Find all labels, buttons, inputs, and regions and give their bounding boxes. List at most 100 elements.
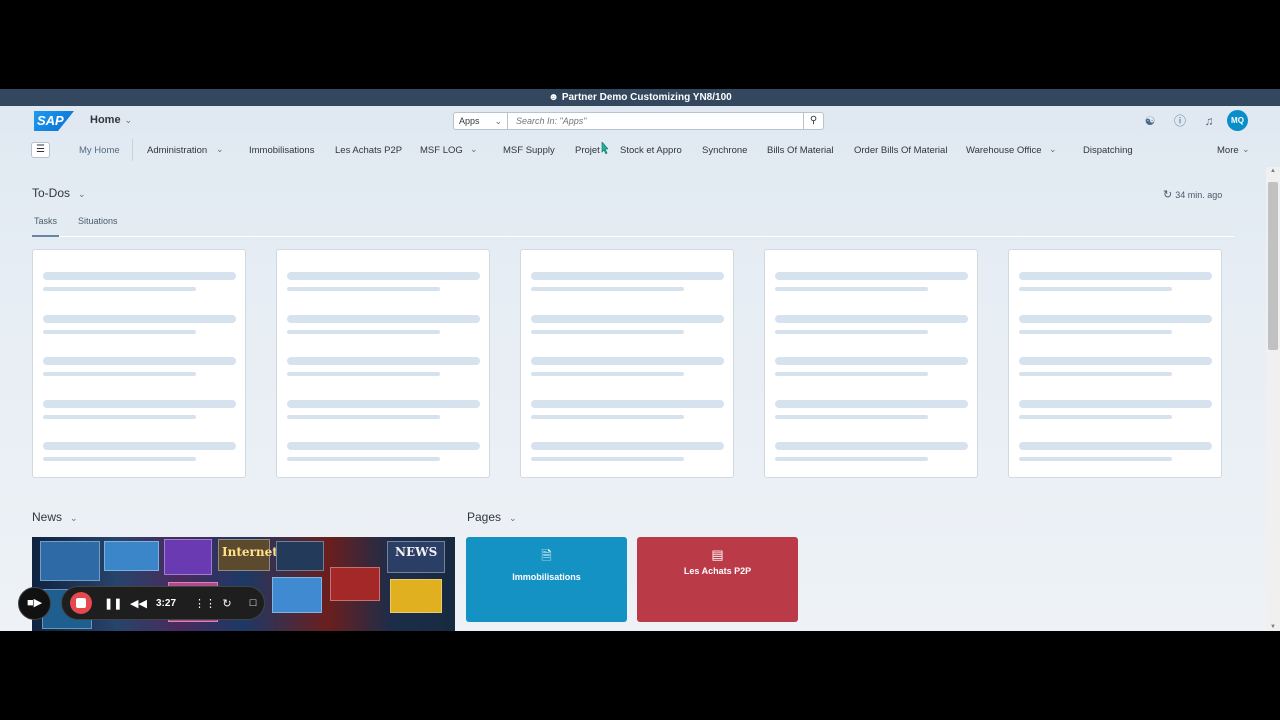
user-group-icon: ☻ xyxy=(548,92,559,103)
nav-item-stock-et-appro[interactable]: Stock et Appro xyxy=(620,145,682,156)
camera-icon[interactable]: ■▶ xyxy=(18,586,51,620)
chevron-down-icon[interactable]: ⌄ xyxy=(216,144,224,155)
tab-situations[interactable]: Situations xyxy=(78,216,118,226)
help-icon[interactable]: ⓘ xyxy=(1173,114,1187,128)
skeleton-line xyxy=(1019,272,1212,280)
skeleton-line xyxy=(775,372,928,376)
recording-time: 3:27 xyxy=(156,597,177,609)
skeleton-line xyxy=(1019,372,1172,376)
page-scrollbar[interactable]: ▲ ▼ xyxy=(1266,167,1280,631)
todo-card-placeholder xyxy=(1008,249,1222,478)
skeleton-line xyxy=(287,399,480,408)
skeleton-line xyxy=(531,314,724,323)
skeleton-line xyxy=(775,272,968,280)
nav-item-msf-supply[interactable]: MSF Supply xyxy=(503,145,555,156)
nav-item-msf-log[interactable]: MSF LOG xyxy=(420,145,463,156)
nav-item-bills-of-material[interactable]: Bills Of Material xyxy=(767,145,834,156)
chevron-down-icon[interactable]: ⌄ xyxy=(470,144,478,155)
pages-title: Pages xyxy=(467,510,502,524)
nav-item-order-bills-of-material[interactable]: Order Bills Of Material xyxy=(854,145,947,156)
search-input[interactable] xyxy=(508,112,804,130)
home-menu[interactable]: Home ⌄ xyxy=(90,114,132,126)
todo-card-placeholder xyxy=(764,249,978,478)
tab-bar-divider xyxy=(32,236,1234,237)
skeleton-line xyxy=(775,414,928,419)
nav-item-projet[interactable]: Projet xyxy=(575,145,600,156)
skeleton-line xyxy=(531,329,684,334)
skeleton-line xyxy=(531,272,724,280)
sap-logo[interactable]: SAP xyxy=(34,111,74,131)
skeleton-line xyxy=(287,272,480,280)
news-section-header[interactable]: News ⌄ xyxy=(32,510,78,524)
stop-record-button[interactable] xyxy=(70,592,92,614)
skeleton-line xyxy=(531,457,684,461)
skeleton-line xyxy=(43,329,196,334)
restart-icon[interactable]: ↻ xyxy=(220,597,234,610)
chevron-down-icon[interactable]: ⌄ xyxy=(1242,144,1250,155)
news-title: News xyxy=(32,510,63,524)
skeleton-line xyxy=(1019,287,1172,291)
search-scope-label: Apps xyxy=(459,116,480,126)
screen-recorder-toolbar: ■▶ ❚❚ ◀◀ 3:27 ⋮⋮ ↻ □ xyxy=(18,586,265,620)
nav-more-button[interactable]: More xyxy=(1217,145,1239,156)
page-tile-les-achats-p2p[interactable]: ▤ Les Achats P2P xyxy=(637,537,798,622)
tab-tasks[interactable]: Tasks xyxy=(34,216,57,226)
todos-title: To-Dos xyxy=(32,186,71,200)
nav-item-les-achats-p2p[interactable]: Les Achats P2P xyxy=(335,145,402,156)
skeleton-line xyxy=(775,442,968,450)
pages-section-header[interactable]: Pages ⌄ xyxy=(467,510,517,524)
skeleton-line xyxy=(775,329,928,334)
skeleton-line xyxy=(43,314,236,323)
search-bar: Apps ⌄ ⚲ xyxy=(453,112,824,130)
skeleton-line xyxy=(287,457,440,461)
skeleton-line xyxy=(531,357,724,365)
window-title: Partner Demo Customizing YN8/100 xyxy=(561,92,732,103)
news-image-badge: NEWS xyxy=(395,545,438,559)
scroll-up-icon[interactable]: ▲ xyxy=(1266,168,1280,174)
nav-item-synchrone[interactable]: Synchrone xyxy=(702,145,747,156)
skeleton-line xyxy=(287,287,440,291)
skeleton-line xyxy=(1019,357,1212,365)
chevron-down-icon: ⌄ xyxy=(509,513,517,523)
skeleton-line xyxy=(43,272,236,280)
pause-icon[interactable]: ❚❚ xyxy=(104,597,122,610)
skeleton-line xyxy=(287,357,480,365)
shell-bar: SAP Home⌄ Apps ⌄ ⚲ ☯ ⓘ ♫ MQ xyxy=(0,106,1280,136)
bell-icon[interactable]: ♫ xyxy=(1202,114,1216,128)
todos-section-header[interactable]: To-Dos ⌄ xyxy=(32,186,86,200)
chevron-down-icon: ⌄ xyxy=(494,116,502,126)
nav-item-warehouse-office[interactable]: Warehouse Office xyxy=(966,145,1042,156)
page-tile-immobilisations[interactable]: 🗎 Immobilisations xyxy=(466,537,627,622)
todos-refresh[interactable]: ↻ 34 min. ago xyxy=(1163,188,1222,201)
todo-card-placeholder xyxy=(520,249,734,478)
nav-item-dispatching[interactable]: Dispatching xyxy=(1083,145,1133,156)
search-icon[interactable]: ⚲ xyxy=(804,112,824,130)
skeleton-line xyxy=(43,357,236,365)
skeleton-line xyxy=(43,442,236,450)
trash-icon[interactable]: □ xyxy=(246,597,260,609)
grid-icon[interactable]: ⋮⋮ xyxy=(194,597,216,610)
avatar[interactable]: MQ xyxy=(1227,110,1248,131)
tab-selected-indicator xyxy=(32,235,59,237)
launchpad: ☻ Partner Demo Customizing YN8/100 SAP Ho… xyxy=(0,89,1280,631)
window-title-bar: ☻ Partner Demo Customizing YN8/100 xyxy=(0,89,1280,106)
search-scope-select[interactable]: Apps ⌄ xyxy=(453,112,508,130)
skeleton-line xyxy=(1019,314,1212,323)
page-tile-label: Immobilisations xyxy=(512,572,581,582)
nav-item-immobilisations[interactable]: Immobilisations xyxy=(249,145,314,156)
hamburger-menu-icon[interactable]: ☰ xyxy=(31,142,50,158)
skeleton-line xyxy=(775,399,968,408)
skeleton-line xyxy=(1019,329,1172,334)
chevron-down-icon[interactable]: ⌄ xyxy=(1049,144,1057,155)
support-icon[interactable]: ☯ xyxy=(1143,114,1157,128)
skeleton-line xyxy=(531,442,724,450)
nav-item-administration[interactable]: Administration xyxy=(147,145,207,156)
rewind-icon[interactable]: ◀◀ xyxy=(130,597,147,610)
skeleton-line xyxy=(287,414,440,419)
skeleton-line xyxy=(775,457,928,461)
nav-item-my-home[interactable]: My Home xyxy=(79,145,120,156)
scroll-down-icon[interactable]: ▼ xyxy=(1266,624,1280,630)
page-tile-label: Les Achats P2P xyxy=(683,566,752,576)
skeleton-line xyxy=(287,314,480,323)
scrollbar-thumb[interactable] xyxy=(1268,182,1278,350)
